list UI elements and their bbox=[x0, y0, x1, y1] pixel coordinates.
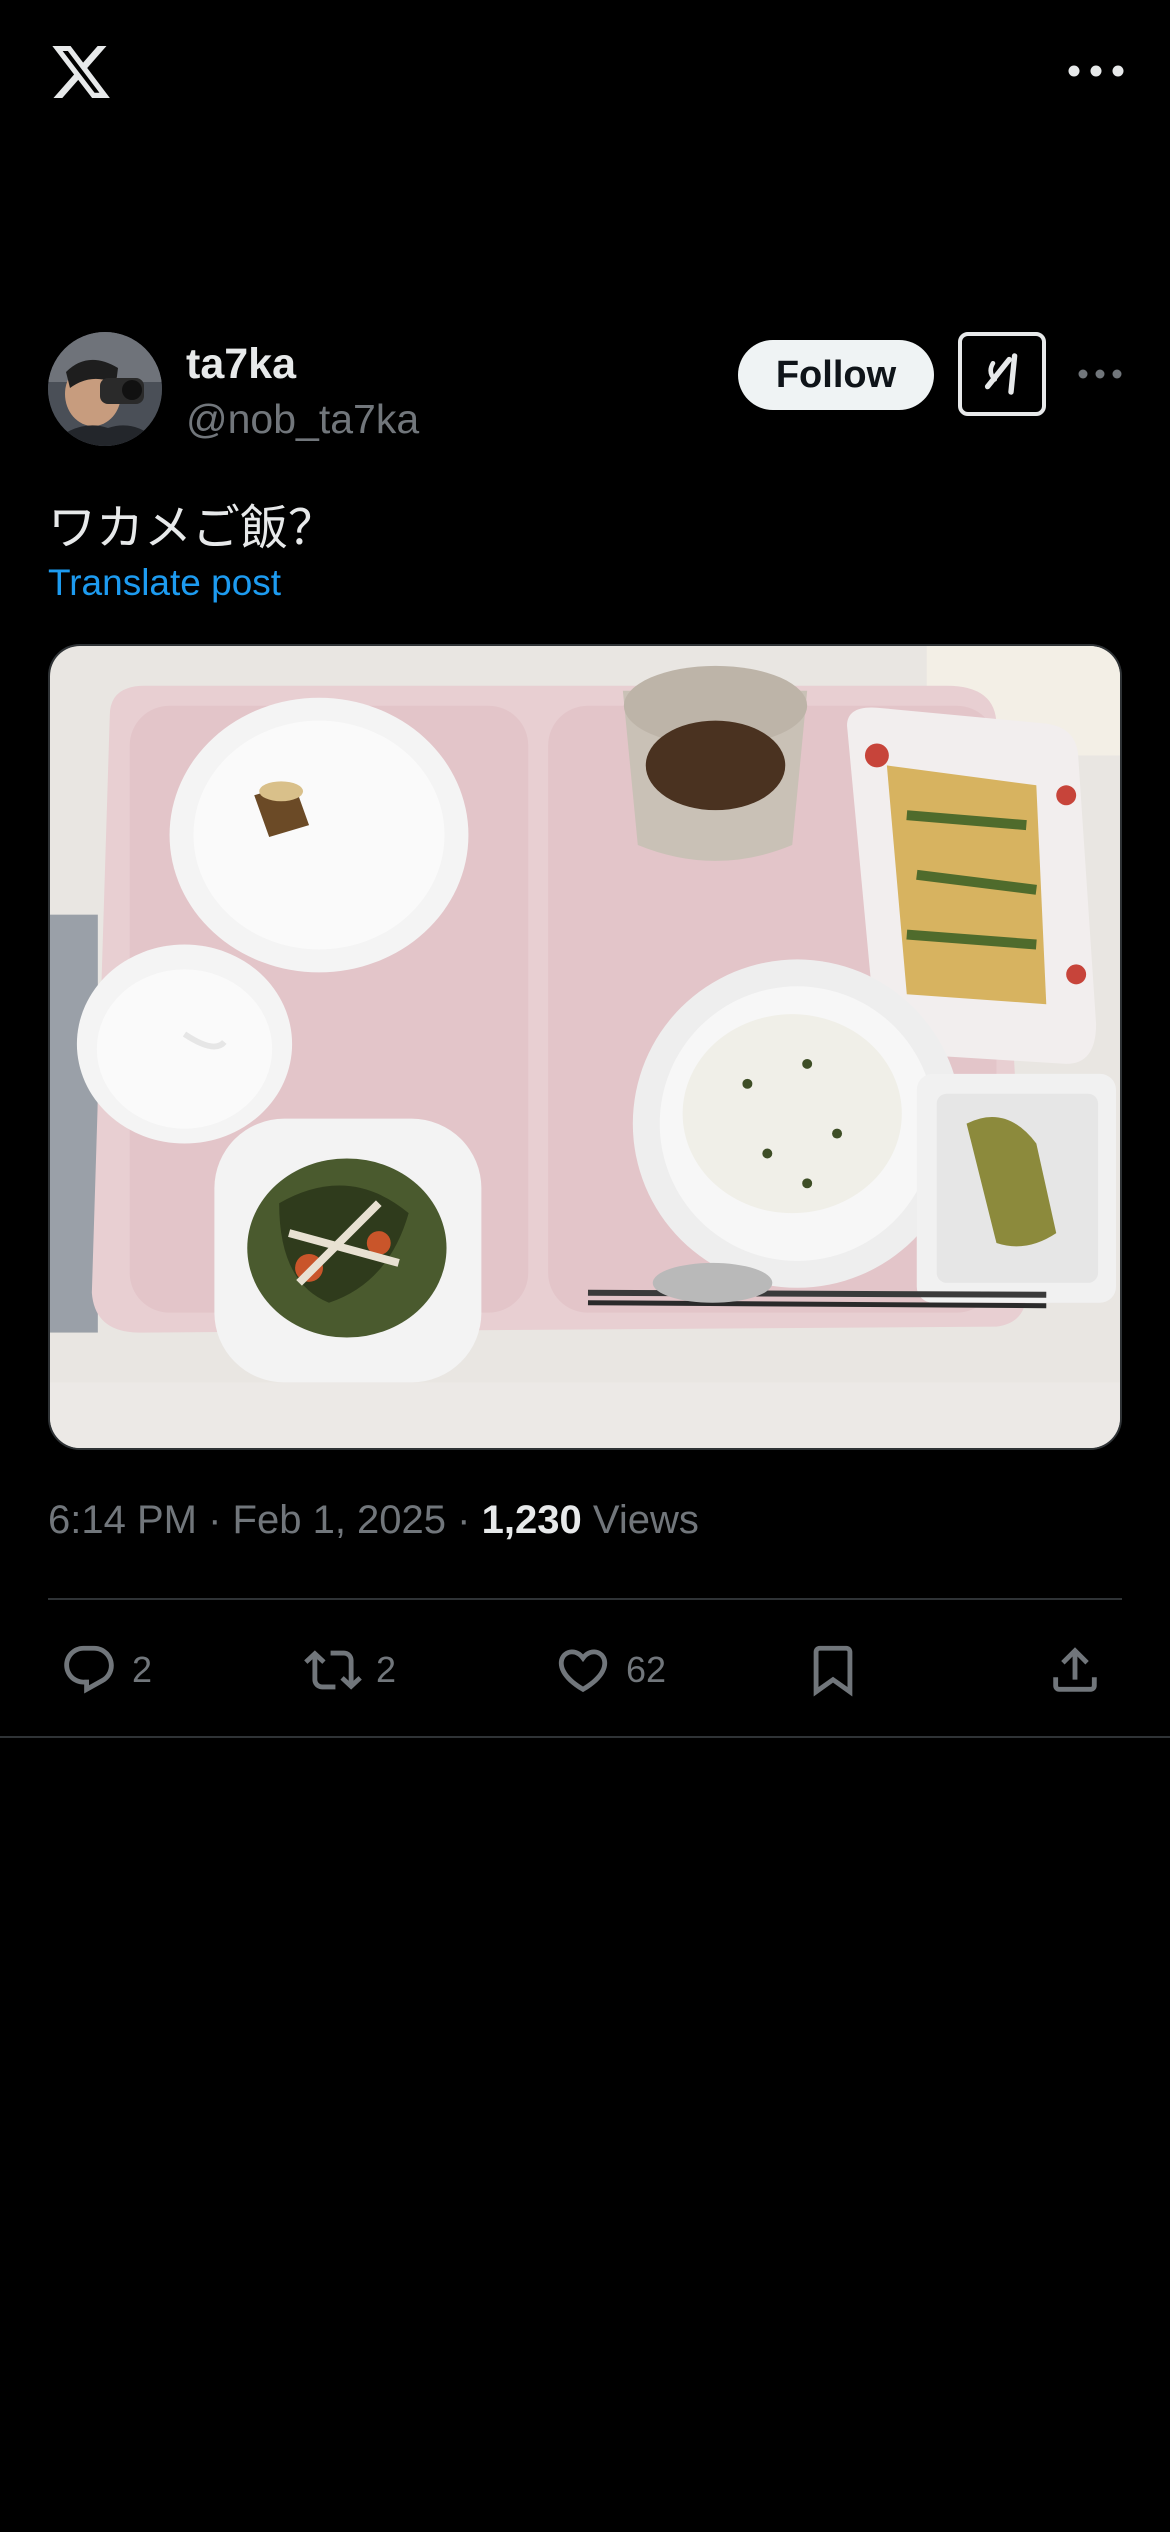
top-bar bbox=[0, 0, 1170, 150]
post-date[interactable]: Feb 1, 2025 bbox=[233, 1498, 447, 1542]
divider bbox=[0, 1736, 1170, 1738]
heart-icon bbox=[558, 1649, 608, 1693]
x-logo-icon[interactable] bbox=[48, 40, 114, 104]
post-photo[interactable] bbox=[48, 644, 1122, 1450]
more-horizontal-icon[interactable] bbox=[1066, 56, 1126, 86]
reply-icon bbox=[64, 1645, 114, 1694]
share-button[interactable] bbox=[1046, 1630, 1104, 1710]
views-count: 1,230 bbox=[481, 1498, 582, 1542]
post-header: ta7ka @nob_ta7ka Follow bbox=[48, 330, 1122, 450]
repost-icon bbox=[304, 1650, 362, 1690]
meta-separator: · bbox=[457, 1498, 471, 1542]
post-more-icon[interactable] bbox=[1078, 364, 1122, 384]
author-display-name[interactable]: ta7ka bbox=[186, 340, 296, 389]
meal-tray-photo bbox=[50, 646, 1120, 1448]
repost-button[interactable]: 2 bbox=[304, 1630, 396, 1710]
reply-count: 2 bbox=[132, 1649, 153, 1690]
like-count: 62 bbox=[626, 1649, 667, 1690]
meta-separator: · bbox=[208, 1498, 222, 1542]
action-bar: 2 2 62 bbox=[48, 1630, 1122, 1710]
divider bbox=[48, 1598, 1122, 1600]
post-text: ワカメご飯？ bbox=[48, 500, 337, 556]
views-label: Views bbox=[592, 1498, 699, 1542]
bookmark-icon bbox=[813, 1645, 853, 1697]
reply-button[interactable]: 2 bbox=[60, 1630, 152, 1710]
author-handle[interactable]: @nob_ta7ka bbox=[186, 396, 419, 443]
repost-count: 2 bbox=[376, 1649, 397, 1690]
translate-post-link[interactable]: Translate post bbox=[48, 562, 281, 604]
avatar[interactable] bbox=[48, 332, 162, 446]
follow-button[interactable]: Follow bbox=[738, 340, 934, 410]
grok-button[interactable] bbox=[958, 332, 1046, 416]
like-button[interactable]: 62 bbox=[554, 1630, 666, 1710]
post-meta: 6:14 PM · Feb 1, 2025 · 1,230 Views bbox=[48, 1498, 699, 1543]
grok-icon bbox=[984, 353, 1018, 395]
post-time[interactable]: 6:14 PM bbox=[48, 1498, 197, 1542]
bookmark-button[interactable] bbox=[804, 1630, 862, 1710]
share-icon bbox=[1053, 1647, 1097, 1692]
